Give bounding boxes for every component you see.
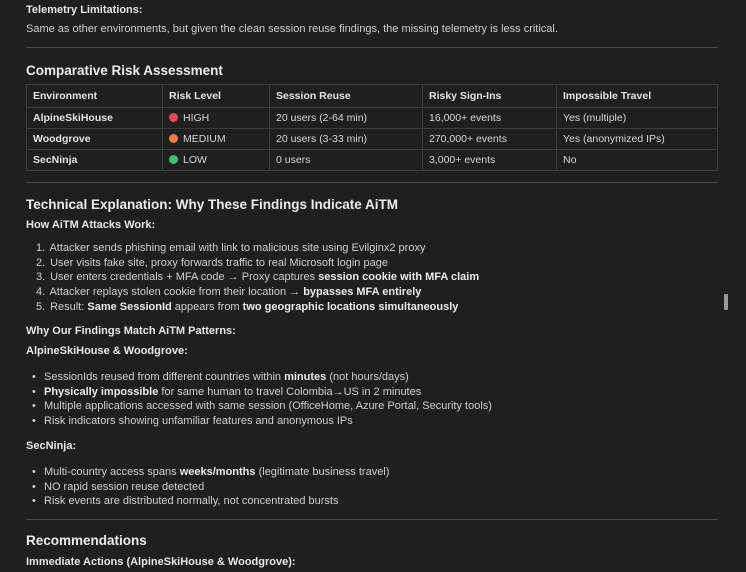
column-header: Risk Level (162, 84, 270, 108)
risk-heading: Comparative Risk Assessment (26, 63, 223, 78)
risk-level-cell: HIGH (162, 107, 270, 129)
list-item: 4. Attacker replays stolen cookie from t… (36, 286, 422, 299)
column-header: Environment (26, 84, 163, 108)
list-item: 5. Result: Same SessionId appears from t… (36, 300, 459, 313)
alpine-woodgrove-list: • SessionIds reused from different countr… (26, 370, 492, 429)
how-heading: How AiTM Attacks Work: (26, 219, 156, 231)
impossible-travel-cell: No (556, 149, 718, 171)
red-circle-icon (169, 113, 178, 122)
telemetry-text: Same as other environments, but given th… (26, 23, 558, 35)
environment-cell: AlpineSkiHouse (26, 107, 163, 129)
impossible-travel-cell: Yes (multiple) (556, 107, 718, 129)
list-item: • Multi-country access spans weeks/months… (32, 466, 390, 478)
environment-cell: SecNinja (26, 149, 163, 171)
secninja-list: • Multi-country access spans weeks/months… (26, 465, 389, 509)
technical-heading: Technical Explanation: Why These Finding… (26, 197, 399, 212)
impossible-travel-cell: Yes (anonymized IPs) (556, 128, 718, 150)
list-item: 3. User enters credentials + MFA code → … (36, 271, 480, 284)
session-reuse-cell: 20 users (3-33 min) (269, 128, 423, 150)
scrollbar-thumb[interactable] (724, 294, 728, 310)
why-heading: Why Our Findings Match AiTM Patterns: (26, 325, 236, 337)
table-row: Woodgrove MEDIUM 20 users (3-33 min) 270… (26, 128, 718, 150)
column-header: Session Reuse (269, 84, 423, 108)
divider (26, 519, 718, 520)
environment-cell: Woodgrove (26, 128, 163, 150)
risk-level-cell: LOW (162, 149, 270, 171)
list-item: • Risk indicators showing unfamiliar feat… (32, 415, 353, 428)
column-header: Risky Sign-Ins (422, 84, 557, 108)
list-item: 1. Attacker sends phishing email with li… (36, 242, 426, 254)
list-item: • NO rapid session reuse detected (32, 480, 205, 493)
risky-signins-cell: 3,000+ events (422, 149, 557, 171)
table-row: AlpineSkiHouse HIGH 20 users (2-64 min) … (26, 107, 718, 129)
risky-signins-cell: 270,000+ events (422, 128, 557, 150)
attack-steps-list: 1. Attacker sends phishing email with li… (36, 241, 479, 314)
immediate-actions-heading: Immediate Actions (AlpineSkiHouse & Wood… (26, 556, 296, 568)
risk-level-text: HIGH (183, 112, 210, 124)
session-reuse-cell: 20 users (2-64 min) (269, 107, 423, 129)
green-circle-icon (169, 155, 178, 164)
table-header-row: Environment Risk Level Session Reuse Ris… (26, 84, 718, 108)
list-item: • Multiple applications accessed with sam… (32, 400, 492, 413)
telemetry-heading: Telemetry Limitations: (26, 4, 143, 16)
orange-circle-icon (169, 134, 178, 143)
divider (26, 47, 718, 48)
list-item: • Physically impossible for same human to… (32, 385, 422, 398)
session-reuse-cell: 0 users (269, 149, 423, 171)
risk-level-text: MEDIUM (183, 133, 226, 145)
column-header: Impossible Travel (556, 84, 718, 108)
risk-level-cell: MEDIUM (162, 128, 270, 150)
alpine-woodgrove-heading: AlpineSkiHouse & Woodgrove: (26, 345, 188, 357)
risk-level-text: LOW (183, 154, 207, 166)
list-item: • SessionIds reused from different countr… (32, 371, 409, 383)
table-row: SecNinja LOW 0 users 3,000+ events No (26, 149, 718, 171)
divider (26, 182, 718, 183)
risk-table: Environment Risk Level Session Reuse Ris… (26, 84, 718, 171)
list-item: • Risk events are distributed normally, n… (32, 495, 339, 508)
secninja-heading: SecNinja: (26, 440, 77, 452)
risky-signins-cell: 16,000+ events (422, 107, 557, 129)
recommendations-heading: Recommendations (26, 533, 147, 548)
list-item: 2. User visits fake site, proxy forwards… (36, 256, 388, 269)
